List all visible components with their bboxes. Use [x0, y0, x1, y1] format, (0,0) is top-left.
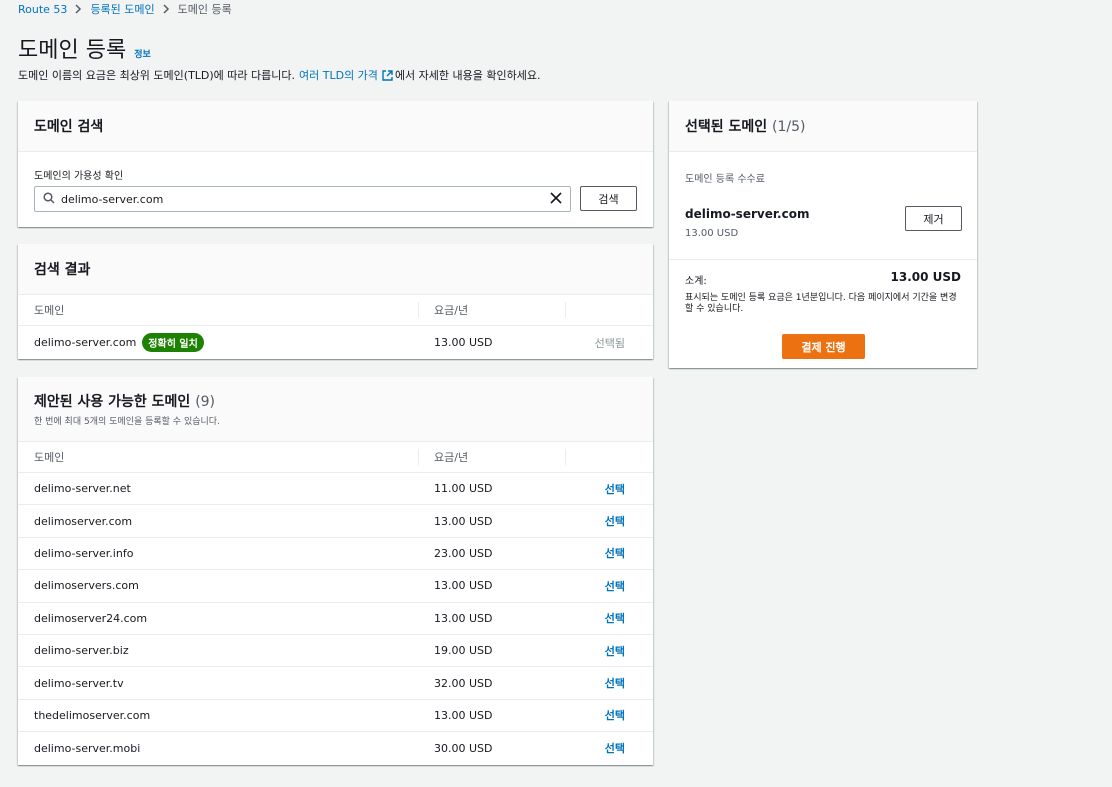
selected-domain-name: delimo-server.com: [685, 207, 810, 221]
page-description: 도메인 이름의 요금은 최상위 도메인(TLD)에 따라 다릅니다. 여러 TL…: [18, 67, 540, 83]
selected-domains-card: 선택된 도메인 (1/5) 도메인 등록 수수료 delimo-server.c…: [669, 101, 977, 368]
table-row: delimoserver24.com 13.00 USD 선택: [18, 603, 653, 635]
chevron-right-icon: [75, 4, 82, 14]
suggested-price: 30.00 USD: [434, 741, 493, 755]
select-link[interactable]: 선택: [605, 578, 625, 594]
suggested-price: 32.00 USD: [434, 676, 493, 690]
suggested-price: 19.00 USD: [434, 644, 493, 658]
table-row: delimoservers.com 13.00 USD 선택: [18, 570, 653, 603]
clear-icon[interactable]: [550, 191, 562, 207]
col-domain-header: 도메인: [34, 304, 65, 317]
domain-search-card: 도메인 검색 도메인의 가용성 확인 delimo-server.com 검색: [18, 101, 653, 227]
external-link-icon[interactable]: [382, 69, 393, 81]
desc-text: 도메인 이름의 요금은 최상위 도메인(TLD)에 따라 다릅니다.: [18, 69, 296, 82]
col-action-header: [565, 442, 653, 472]
selected-status: 선택됨: [594, 336, 625, 350]
select-link[interactable]: 선택: [605, 675, 625, 691]
select-link[interactable]: 선택: [605, 740, 625, 756]
suggested-price: 23.00 USD: [434, 546, 493, 560]
table-row: delimo-server.com 정확히 일치 13.00 USD 선택됨: [18, 326, 653, 359]
suggested-domain: delimoservers.com: [34, 579, 139, 593]
suggested-title: 제안된 사용 가능한 도메인: [34, 394, 191, 410]
suggested-price: 13.00 USD: [434, 611, 493, 625]
table-row: delimoserver.com 13.00 USD 선택: [18, 505, 653, 538]
search-button[interactable]: 검색: [580, 186, 637, 211]
card-title: 선택된 도메인 (1/5): [685, 116, 961, 136]
table-row: delimo-server.tv 32.00 USD 선택: [18, 667, 653, 700]
suggested-domain: delimo-server.net: [34, 482, 131, 496]
suggested-domain: delimo-server.biz: [34, 644, 129, 658]
page-title-text: 도메인 등록: [18, 38, 127, 63]
suggested-domain: thedelimoserver.com: [34, 708, 151, 722]
suggested-domain: delimo-server.info: [34, 546, 134, 560]
select-link[interactable]: 선택: [605, 707, 625, 723]
tld-pricing-link[interactable]: 여러 TLD의 가격: [299, 67, 378, 83]
availability-label: 도메인의 가용성 확인: [34, 171, 124, 182]
subtotal-note: 표시되는 도메인 등록 요금은 1년분입니다. 다음 페이지에서 기간을 변경할…: [685, 293, 957, 314]
suggested-domain: delimo-server.mobi: [34, 741, 141, 755]
select-link[interactable]: 선택: [605, 513, 625, 529]
card-title: 검색 결과: [34, 262, 91, 278]
search-icon: [43, 191, 55, 207]
col-action-header: [565, 295, 653, 325]
suggested-domains-card: 제안된 사용 가능한 도메인 (9) 한 번에 최대 5개의 도메인을 등록할 …: [18, 377, 653, 765]
col-domain-header: 도메인: [34, 451, 65, 464]
card-header: 검색 결과: [18, 244, 653, 295]
selected-count: (1/5): [772, 119, 806, 135]
select-link[interactable]: 선택: [605, 481, 625, 497]
suggested-price: 13.00 USD: [434, 514, 493, 528]
card-title: 도메인 검색: [34, 119, 104, 135]
select-link[interactable]: 선택: [605, 545, 625, 561]
subtotal-value: 13.00 USD: [890, 270, 961, 284]
suggested-domain: delimo-server.tv: [34, 676, 124, 690]
col-price-header: 요금/년: [418, 442, 565, 472]
subtotal-label: 소계:: [685, 276, 707, 287]
select-link[interactable]: 선택: [605, 610, 625, 626]
fee-label: 도메인 등록 수수료: [685, 174, 765, 185]
table-header: 도메인 요금/년: [18, 442, 653, 473]
suggested-count: (9): [195, 394, 216, 410]
breadcrumb-route53[interactable]: Route 53: [18, 3, 67, 16]
card-header: 제안된 사용 가능한 도메인 (9) 한 번에 최대 5개의 도메인을 등록할 …: [18, 377, 653, 442]
result-domain: delimo-server.com: [34, 336, 137, 349]
selected-list: 도메인 등록 수수료 delimo-server.com 13.00 USD 제…: [669, 152, 977, 260]
page-title: 도메인 등록 정보: [18, 32, 151, 64]
desc-text-after: 에서 자세한 내용을 확인하세요.: [394, 69, 541, 82]
exact-match-badge: 정확히 일치: [142, 333, 204, 352]
table-row: delimo-server.net 11.00 USD 선택: [18, 473, 653, 506]
suggested-price: 13.00 USD: [434, 708, 493, 722]
search-results-card: 검색 결과 도메인 요금/년 delimo-server.com 정확히 일치 …: [18, 244, 653, 359]
selected-title: 선택된 도메인: [685, 119, 768, 135]
table-row: delimo-server.info 23.00 USD 선택: [18, 538, 653, 571]
remove-button[interactable]: 제거: [905, 206, 962, 231]
table-header: 도메인 요금/년: [18, 295, 653, 326]
info-link[interactable]: 정보: [134, 47, 151, 60]
checkout-button[interactable]: 결제 진행: [782, 334, 865, 359]
breadcrumb: Route 53 등록된 도메인 도메인 등록: [18, 1, 232, 17]
card-header: 선택된 도메인 (1/5): [669, 101, 977, 152]
col-price-header: 요금/년: [418, 295, 565, 325]
table-row: thedelimoserver.com 13.00 USD 선택: [18, 700, 653, 733]
card-header: 도메인 검색: [18, 101, 653, 152]
card-subtitle: 한 번에 최대 5개의 도메인을 등록할 수 있습니다.: [34, 417, 220, 427]
table-row: delimo-server.mobi 30.00 USD 선택: [18, 732, 653, 764]
suggested-domain: delimoserver24.com: [34, 611, 148, 625]
card-title: 제안된 사용 가능한 도메인 (9): [34, 391, 637, 411]
chevron-right-icon: [163, 4, 170, 14]
suggested-price: 11.00 USD: [434, 482, 493, 496]
breadcrumb-registered-domains[interactable]: 등록된 도메인: [90, 1, 154, 17]
suggested-price: 13.00 USD: [434, 579, 493, 593]
select-link[interactable]: 선택: [605, 643, 625, 659]
suggested-domain: delimoserver.com: [34, 514, 133, 528]
result-price: 13.00 USD: [434, 336, 493, 349]
selected-domain-price: 13.00 USD: [685, 228, 739, 239]
table-row: delimo-server.biz 19.00 USD 선택: [18, 635, 653, 668]
search-input[interactable]: delimo-server.com: [34, 186, 571, 212]
search-input-value[interactable]: delimo-server.com: [61, 193, 550, 206]
subtotal-section: 소계: 13.00 USD 표시되는 도메인 등록 요금은 1년분입니다. 다음…: [669, 260, 977, 368]
breadcrumb-current: 도메인 등록: [177, 3, 232, 16]
